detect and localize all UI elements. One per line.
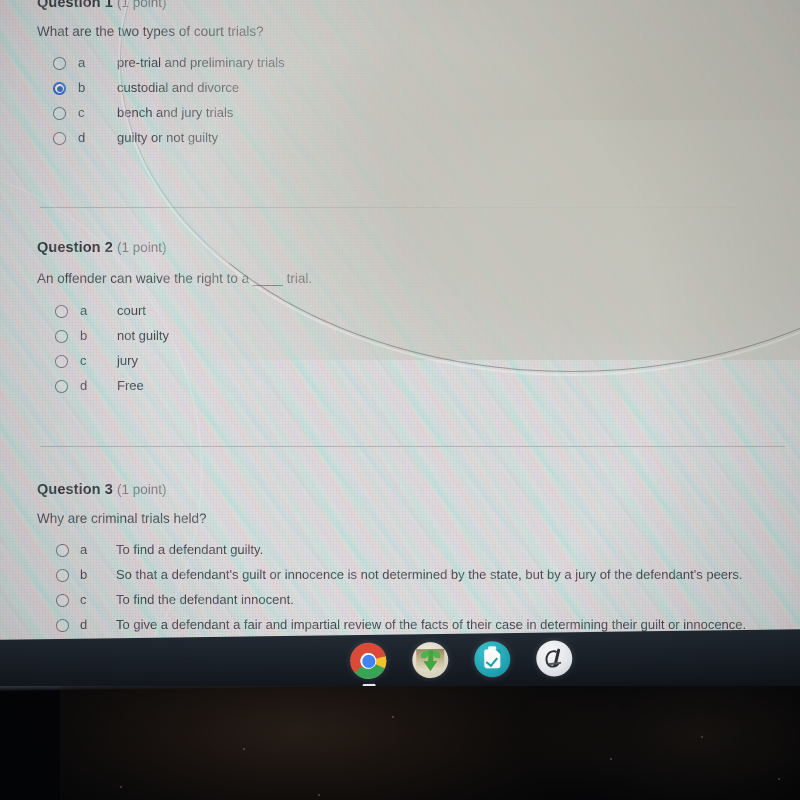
option-text: not guilty	[117, 328, 170, 343]
question-title: Question 1	[37, 0, 113, 11]
radio-button[interactable]	[55, 380, 68, 393]
option-letter: a	[78, 55, 86, 70]
shelf-item-chrome[interactable]	[350, 642, 387, 687]
option-row[interactable]: d guilty or not guilty	[0, 128, 800, 153]
option-row[interactable]: b So that a defendant's guilt or innocen…	[0, 565, 800, 590]
option-letter: b	[80, 567, 88, 582]
option-row[interactable]: c bench and jury trials	[0, 103, 800, 128]
clipboard-check-icon[interactable]	[474, 641, 511, 678]
option-text: guilty or not guilty	[117, 130, 219, 145]
option-text: bench and jury trials	[117, 105, 234, 120]
option-letter: c	[80, 592, 87, 607]
question-prompt: An offender can waive the right to a ___…	[37, 271, 313, 286]
option-text: pre-trial and preliminary trials	[117, 55, 285, 70]
option-letter: a	[80, 303, 88, 318]
signature-icon[interactable]	[536, 640, 573, 677]
option-letter: b	[78, 80, 86, 95]
question-heading: Question 1 (1 point)	[37, 0, 167, 11]
option-row[interactable]: d Free	[0, 376, 800, 401]
option-letter: b	[80, 328, 88, 343]
question-divider	[40, 207, 740, 208]
question-heading: Question 3 (1 point)	[37, 482, 167, 498]
shelf-icon-list	[350, 640, 573, 687]
option-row[interactable]: b custodial and divorce	[0, 78, 800, 103]
option-letter: c	[80, 353, 87, 368]
download-icon[interactable]	[412, 641, 449, 679]
question-title: Question 3	[37, 482, 113, 498]
option-row[interactable]: b not guilty	[0, 326, 800, 351]
question-points: (1 point)	[116, 0, 167, 10]
option-letter: d	[78, 130, 86, 145]
option-letter: a	[80, 542, 88, 557]
option-text: jury	[117, 353, 138, 368]
option-row[interactable]: a To find a defendant guilty.	[0, 540, 800, 565]
radio-button[interactable]	[56, 594, 69, 607]
option-row[interactable]: c jury	[0, 351, 800, 376]
radio-button[interactable]	[55, 330, 68, 343]
option-text: To give a defendant a fair and impartial…	[116, 617, 747, 632]
radio-button[interactable]	[56, 569, 69, 582]
shelf-item-tasks[interactable]	[474, 641, 511, 685]
radio-button[interactable]	[56, 619, 69, 632]
option-text: custodial and divorce	[117, 80, 240, 95]
option-letter: d	[80, 378, 88, 393]
question-prompt: What are the two types of court trials?	[37, 24, 264, 39]
option-text: Free	[117, 378, 144, 393]
shelf-item-downloads[interactable]	[412, 641, 449, 686]
radio-button[interactable]	[53, 82, 66, 95]
question-points: (1 point)	[116, 240, 167, 255]
radio-button[interactable]	[55, 355, 68, 368]
question-points: (1 point)	[116, 482, 167, 497]
option-letter: d	[80, 617, 88, 632]
shelf-item-signature[interactable]	[536, 640, 573, 684]
photographed-screen: Question 1 (1 point) What are the two ty…	[0, 0, 800, 800]
option-row[interactable]: a pre-trial and preliminary trials	[0, 53, 800, 78]
question-divider	[40, 446, 785, 447]
chrome-icon[interactable]	[350, 642, 387, 680]
option-row[interactable]: a court	[0, 301, 800, 326]
option-text: So that a defendant's guilt or innocence…	[116, 567, 743, 582]
radio-button[interactable]	[56, 544, 69, 557]
option-text: To find the defendant innocent.	[116, 592, 294, 607]
quiz-page: Question 1 (1 point) What are the two ty…	[0, 0, 800, 648]
radio-button[interactable]	[55, 305, 68, 318]
question-prompt: Why are criminal trials held?	[37, 511, 207, 526]
option-text: To find a defendant guilty.	[116, 542, 264, 557]
option-row[interactable]: c To find the defendant innocent.	[0, 590, 800, 615]
option-letter: c	[78, 105, 85, 120]
radio-button[interactable]	[53, 132, 66, 145]
radio-button[interactable]	[53, 57, 66, 70]
question-heading: Question 2 (1 point)	[37, 240, 167, 256]
radio-button[interactable]	[53, 107, 66, 120]
question-title: Question 2	[37, 240, 113, 256]
option-text: court	[117, 303, 146, 318]
bezel-shadow	[520, 686, 800, 800]
monitor-bezel	[0, 686, 800, 800]
